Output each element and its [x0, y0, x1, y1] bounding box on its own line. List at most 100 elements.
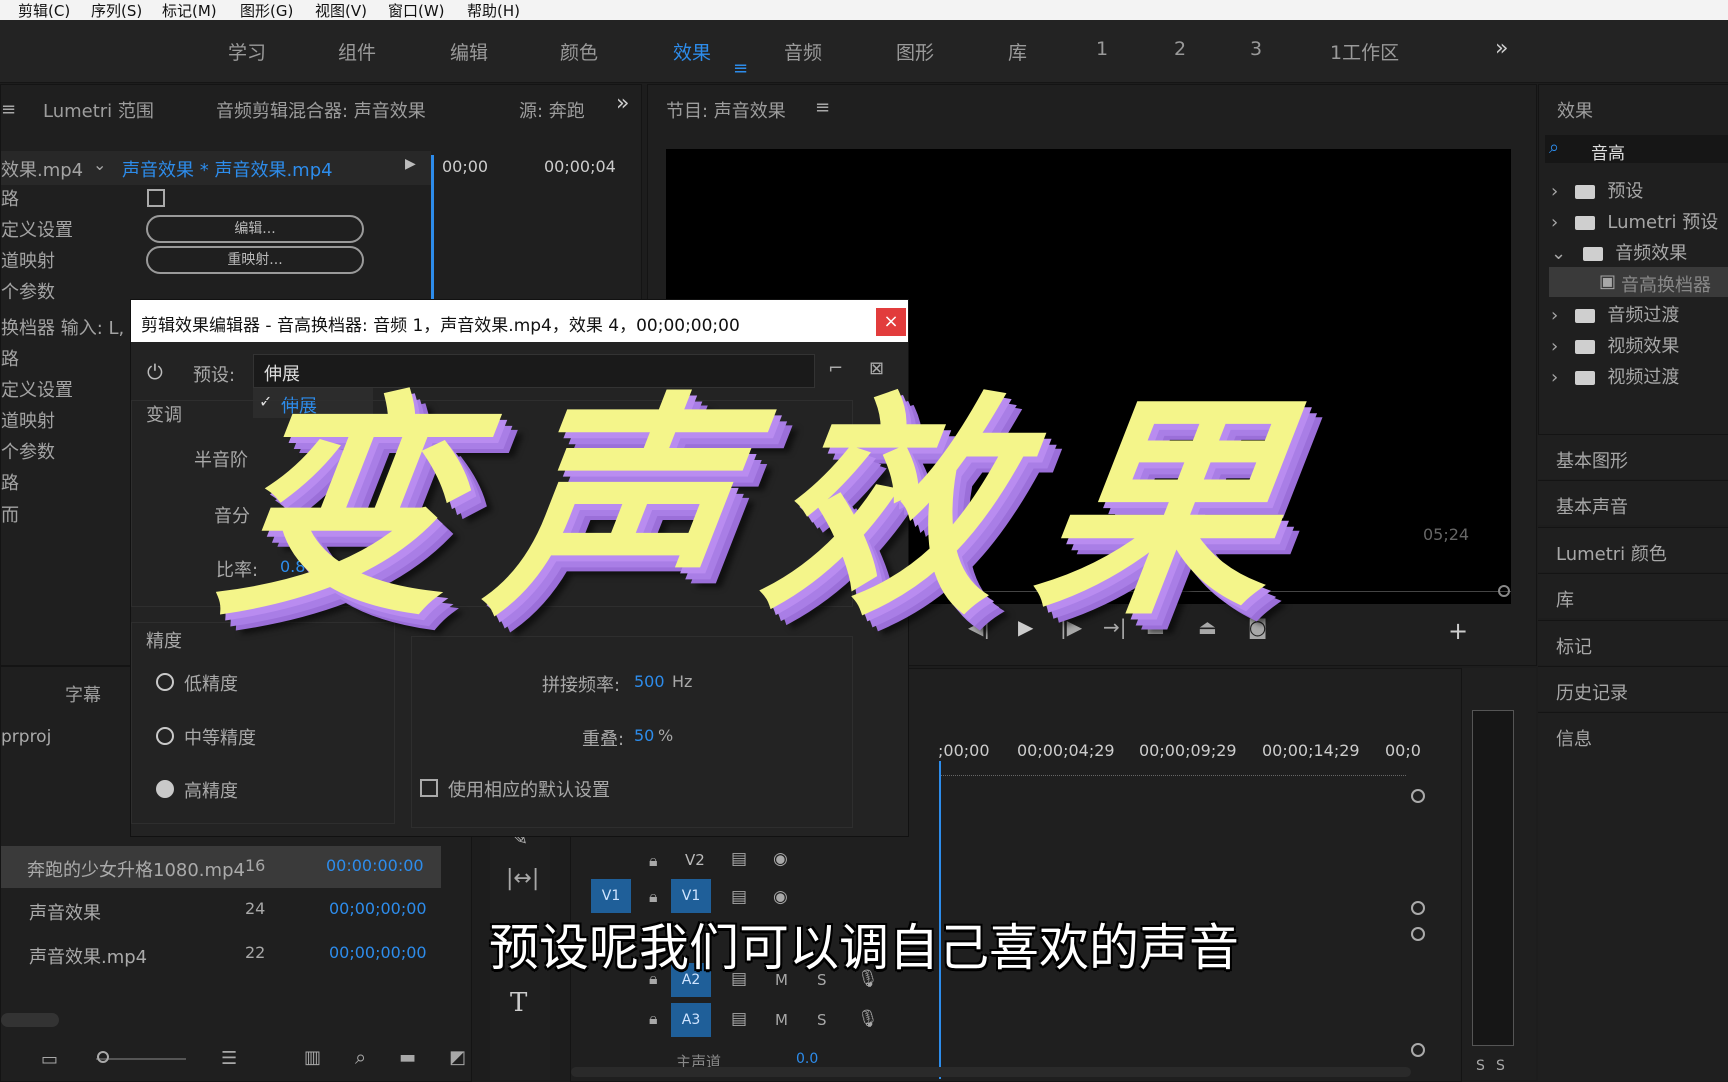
side-panel-label: 库	[1556, 590, 1574, 611]
list-item[interactable]: 奔跑的少女升格1080.mp4 16 00:00:00:00	[1, 846, 441, 888]
solo-left-button[interactable]: S	[1476, 1058, 1485, 1074]
tree-item-video-effects[interactable]: › 视频效果	[1551, 332, 1679, 358]
more-tabs-icon[interactable]: »	[616, 91, 629, 116]
horizontal-scrollbar[interactable]	[1, 1013, 59, 1027]
scroll-handle[interactable]	[1411, 789, 1425, 803]
overlap-value[interactable]: 50	[634, 726, 654, 745]
menu-marker[interactable]: 标记(M)	[162, 0, 217, 21]
menu-graphics[interactable]: 图形(G)	[240, 0, 293, 21]
new-bin-icon[interactable]: ▬	[399, 1047, 416, 1068]
menu-window[interactable]: 窗口(W)	[388, 0, 445, 21]
tab-lumetri-scopes[interactable]: Lumetri 范围	[43, 97, 154, 123]
workspace-effects[interactable]: 效果	[673, 38, 711, 65]
slip-tool-icon[interactable]: |↔|	[506, 866, 539, 891]
hamburger-icon[interactable]: ≡	[733, 58, 748, 79]
workspace-1[interactable]: 1	[1096, 38, 1108, 60]
panel-history[interactable]: 历史记录	[1538, 666, 1728, 711]
workspace-2[interactable]: 2	[1174, 38, 1186, 60]
chevron-down-icon[interactable]: ⌄	[93, 155, 106, 174]
splice-label: 拼接频率:	[542, 675, 621, 696]
more-workspaces-icon[interactable]: »	[1495, 36, 1508, 61]
lock-icon[interactable]: 🔒︎	[649, 851, 658, 871]
zoom-slider[interactable]	[96, 1058, 186, 1060]
tree-label: 音频效果	[1615, 243, 1688, 264]
new-item-icon[interactable]: ◩	[449, 1047, 466, 1068]
panel-menu-icon[interactable]: ≡	[815, 97, 830, 118]
type-tool-icon[interactable]: T	[510, 988, 527, 1018]
radio-high-precision[interactable]	[156, 780, 174, 798]
menu-clip[interactable]: 剪辑(C)	[18, 0, 70, 21]
time-ruler[interactable]	[941, 765, 1406, 776]
edit-button[interactable]: 编辑...	[146, 215, 364, 243]
effects-panel-title[interactable]: 效果	[1557, 97, 1593, 123]
solo-button[interactable]: S	[817, 1011, 827, 1029]
lock-icon[interactable]: 🔒︎	[649, 887, 658, 907]
chevron-down-icon: ⌄	[1551, 243, 1567, 264]
remap-button[interactable]: 重映射...	[146, 246, 364, 274]
search-input[interactable]: 音高	[1591, 139, 1625, 164]
timeline-scrollbar[interactable]	[571, 1067, 1411, 1077]
menu-sequence[interactable]: 序列(S)	[91, 0, 142, 21]
sync-lock-icon[interactable]: ▤	[731, 887, 747, 907]
default-settings-checkbox[interactable]	[420, 779, 438, 797]
panel-essential-sound[interactable]: 基本声音	[1538, 480, 1728, 525]
workspace-3[interactable]: 3	[1250, 38, 1262, 60]
sync-lock-icon[interactable]: ▤	[731, 849, 747, 869]
tab-source[interactable]: 源: 奔跑	[519, 97, 585, 123]
search-icon[interactable]: ⌕	[355, 1045, 366, 1069]
tree-item-audio-transitions[interactable]: › 音频过渡	[1551, 301, 1679, 327]
workspace-audio[interactable]: 音频	[784, 38, 822, 65]
tree-item-pitch-shifter[interactable]: ▣ 音高换档器	[1549, 267, 1728, 297]
workspace-learn[interactable]: 学习	[228, 38, 266, 65]
solo-right-button[interactable]: S	[1496, 1058, 1505, 1074]
master-volume[interactable]: 0.0	[796, 1051, 818, 1067]
panel-menu-icon[interactable]: ≡	[1, 99, 16, 120]
master-clip-label[interactable]: 效果.mp4	[1, 156, 83, 182]
radio-low-precision[interactable]	[156, 673, 174, 691]
tab-audio-clip-mixer[interactable]: 音频剪辑混合器: 声音效果	[216, 97, 426, 123]
panel-libraries[interactable]: 库	[1538, 573, 1728, 618]
eye-icon[interactable]: ◉	[773, 849, 788, 869]
radio-label: 高精度	[184, 781, 238, 802]
chevron-right-icon: ›	[1551, 336, 1559, 357]
list-view-icon[interactable]: ▭	[41, 1049, 58, 1070]
workspace-custom[interactable]: 1工作区	[1330, 38, 1399, 65]
zoom-slider-handle[interactable]	[97, 1051, 109, 1063]
workspace-color[interactable]: 颜色	[560, 38, 598, 65]
eye-icon[interactable]: ◉	[773, 887, 788, 907]
menu-view[interactable]: 视图(V)	[315, 0, 367, 21]
panel-essential-graphics[interactable]: 基本图形	[1538, 434, 1728, 479]
panel-markers[interactable]: 标记	[1538, 620, 1728, 665]
radio-label: 低精度	[184, 674, 238, 695]
splice-value[interactable]: 500	[634, 672, 665, 691]
microphone-icon[interactable]: 🎙︎	[857, 1009, 879, 1029]
target-track-a3[interactable]: A3	[671, 1003, 711, 1037]
active-clip-label[interactable]: 声音效果 * 声音效果.mp4	[122, 156, 333, 182]
tab-captions[interactable]: 字幕	[65, 681, 101, 707]
tree-item-video-transitions[interactable]: › 视频过渡	[1551, 363, 1679, 389]
program-monitor-title[interactable]: 节目: 声音效果	[666, 97, 786, 123]
scroll-handle[interactable]	[1411, 1043, 1425, 1057]
panel-lumetri-color[interactable]: Lumetri 颜色	[1538, 527, 1728, 572]
play-triangle-icon[interactable]: ▶	[405, 156, 416, 172]
workspace-editing[interactable]: 编辑	[450, 38, 488, 65]
lock-icon[interactable]: 🔒︎	[649, 1009, 658, 1029]
workspace-assembly[interactable]: 组件	[338, 38, 376, 65]
tree-item-audio-effects[interactable]: ⌄ 音频效果	[1551, 239, 1687, 265]
sync-lock-icon[interactable]: ▤	[731, 1009, 747, 1029]
tree-item-presets[interactable]: › 预设	[1551, 177, 1643, 203]
panel-info[interactable]: 信息	[1538, 712, 1728, 1081]
zoom-handle[interactable]	[1498, 585, 1510, 597]
menu-help[interactable]: 帮助(H)	[467, 0, 520, 21]
workspace-graphics[interactable]: 图形	[896, 38, 934, 65]
sort-icon[interactable]: ☰	[221, 1048, 237, 1069]
add-button-icon[interactable]: +	[1448, 617, 1468, 645]
power-icon[interactable]: ⏻	[147, 360, 163, 384]
automate-icon[interactable]: ▥	[304, 1047, 321, 1068]
tree-item-lumetri-presets[interactable]: › Lumetri 预设	[1551, 208, 1718, 234]
effects-search-field[interactable]: ⌕ 音高	[1545, 135, 1728, 164]
mute-button[interactable]: M	[775, 1011, 788, 1029]
bypass-checkbox[interactable]	[147, 189, 165, 207]
radio-medium-precision[interactable]	[156, 727, 174, 745]
workspace-libraries[interactable]: 库	[1008, 38, 1027, 65]
